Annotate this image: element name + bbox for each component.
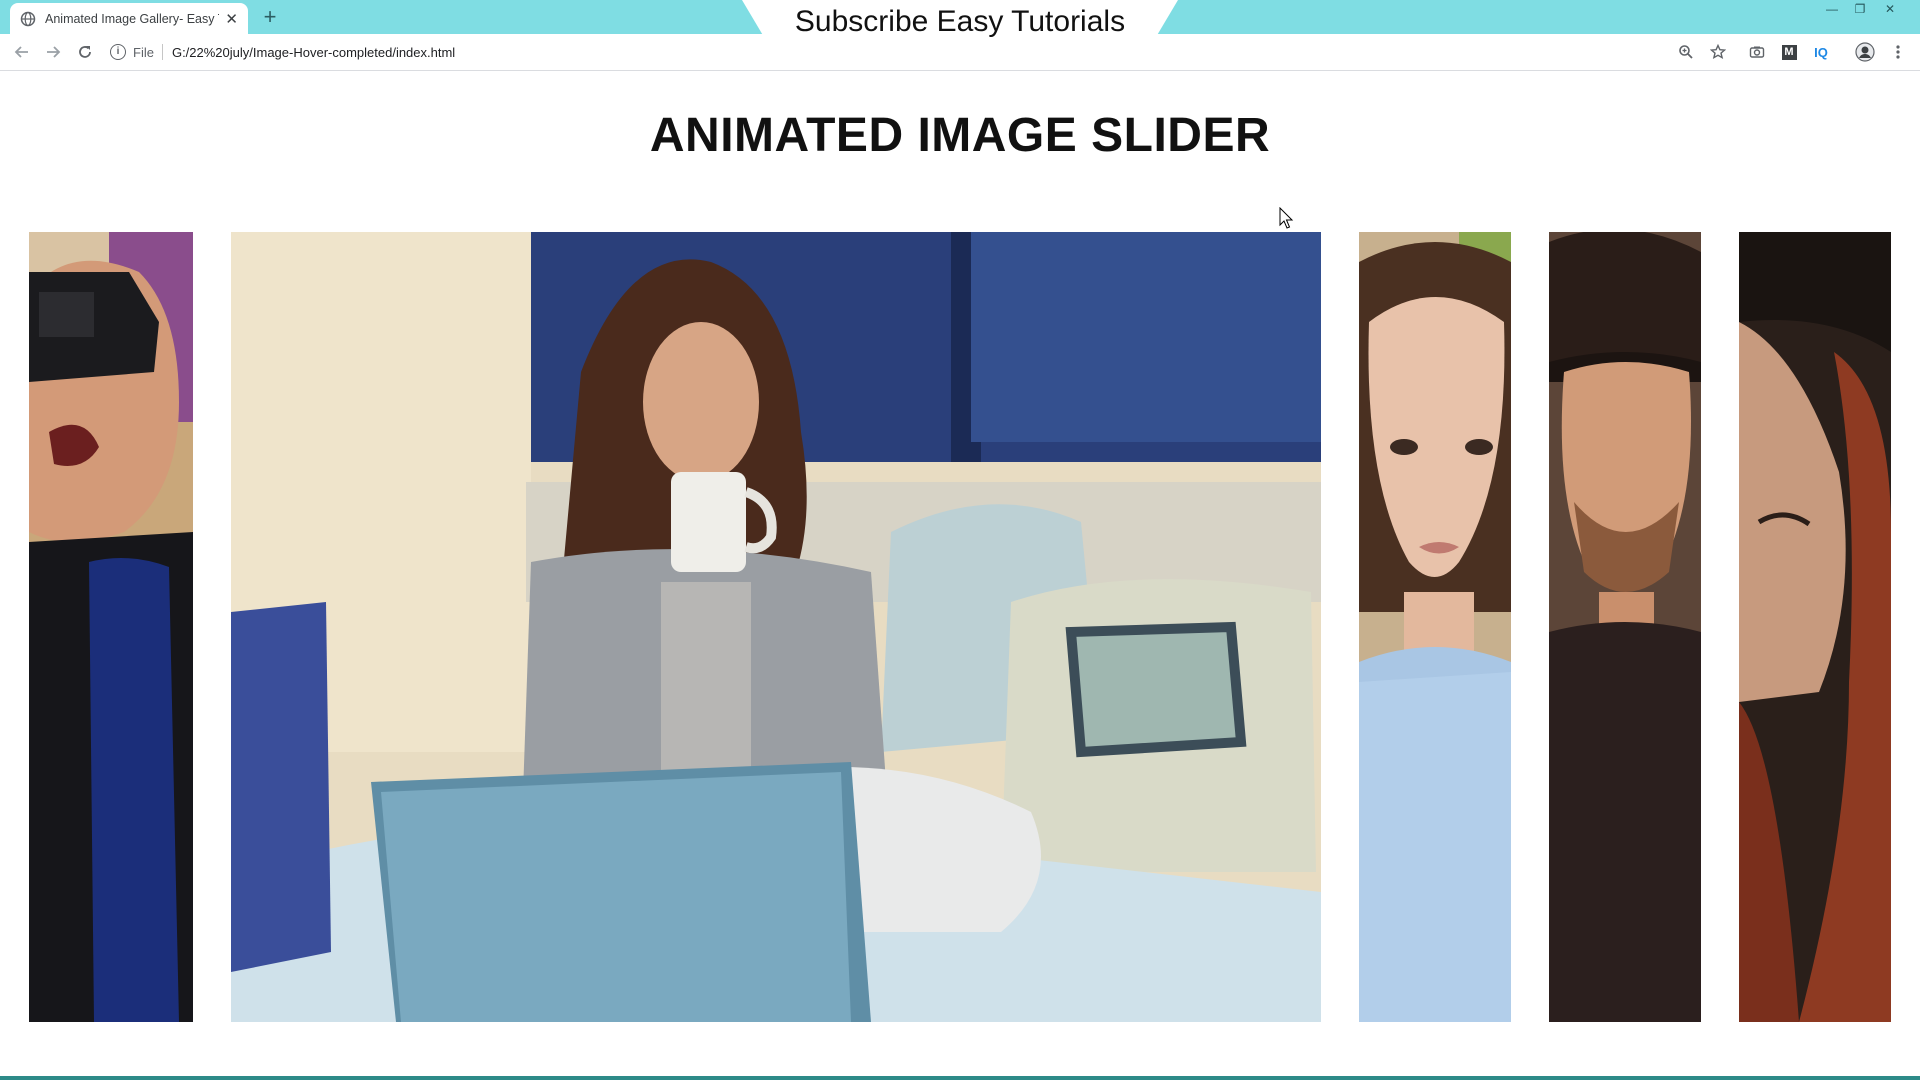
globe-icon [20, 11, 36, 27]
subscribe-banner: Subscribe Easy Tutorials [742, 0, 1178, 44]
forward-icon[interactable] [41, 40, 65, 64]
woman-portrait-image [1359, 232, 1511, 1022]
profile-avatar-icon[interactable] [1853, 40, 1877, 64]
m-extension-icon[interactable]: M [1777, 40, 1801, 64]
minimize-icon[interactable]: — [1818, 0, 1846, 20]
mouse-cursor-icon [1279, 207, 1294, 229]
bookmark-star-icon[interactable] [1706, 40, 1730, 64]
bottom-accent-bar [0, 1076, 1920, 1080]
iq-extension-icon[interactable]: IQ [1809, 40, 1833, 64]
site-info-icon[interactable]: i [110, 44, 126, 60]
reload-icon[interactable] [73, 40, 97, 64]
woman-coffee-laptop-image [231, 232, 1321, 1022]
menu-dots-icon[interactable] [1886, 40, 1910, 64]
redhead-woman-hat-image [1739, 232, 1891, 1022]
browser-tab[interactable]: Animated Image Gallery- Easy Tu ✕ [10, 3, 248, 34]
page-title: ANIMATED IMAGE SLIDER [649, 109, 1271, 162]
url-text[interactable]: G:/22%20july/Image-Hover-completed/index… [172, 45, 455, 60]
slide-woman-portrait[interactable] [1359, 232, 1511, 1022]
man-vr-headset-image [29, 232, 193, 1022]
slide-woman-coffee-laptop[interactable] [231, 232, 1321, 1022]
slide-redhead-woman-hat[interactable] [1739, 232, 1891, 1022]
url-scheme: File [133, 44, 154, 60]
close-window-icon[interactable]: ✕ [1876, 0, 1904, 20]
slide-man-hat-portrait[interactable] [1549, 232, 1701, 1022]
slide-man-vr-headset[interactable] [29, 232, 193, 1022]
new-tab-button[interactable]: + [258, 6, 282, 30]
zoom-icon[interactable] [1674, 40, 1698, 64]
camera-icon[interactable] [1745, 40, 1769, 64]
tab-title: Animated Image Gallery- Easy Tu [45, 11, 220, 26]
address-separator [161, 44, 163, 60]
close-tab-icon[interactable]: ✕ [225, 10, 238, 28]
back-icon[interactable] [10, 40, 34, 64]
man-hat-portrait-image [1549, 232, 1701, 1022]
restore-icon[interactable]: ❐ [1846, 0, 1874, 20]
